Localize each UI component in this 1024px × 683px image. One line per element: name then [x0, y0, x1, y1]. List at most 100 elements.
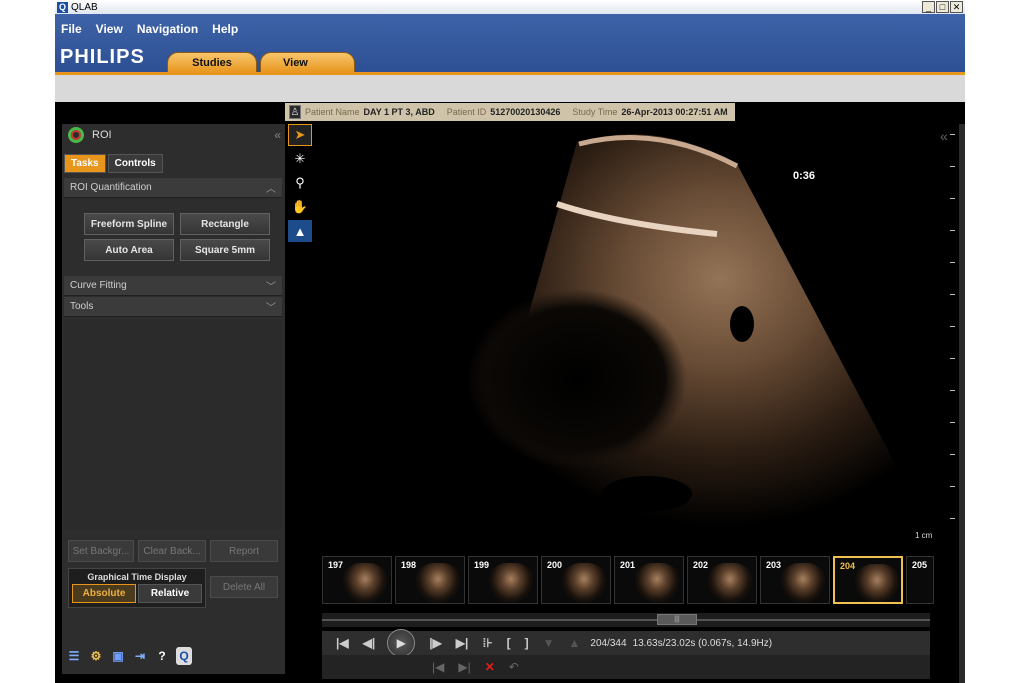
ultrasound-image	[467, 134, 927, 544]
pointer-tool-icon[interactable]: ➤	[288, 124, 312, 146]
clear-background-button[interactable]: Clear Back...	[138, 540, 206, 562]
first-frame-icon[interactable]: |◀	[336, 636, 349, 650]
thumbnail-frame[interactable]: 205	[906, 556, 934, 604]
freeform-spline-button[interactable]: Freeform Spline	[84, 213, 174, 235]
ultrasound-viewport[interactable]: 0:36	[317, 124, 931, 544]
pan-hand-icon[interactable]: ✋	[288, 196, 312, 218]
panel-tabs: Tasks Controls	[64, 154, 163, 173]
thumbnail-frame[interactable]: 201	[614, 556, 684, 604]
section-label: ROI Quantification	[70, 182, 152, 193]
patient-name-label: Patient Name	[305, 107, 360, 117]
title-bar: Q QLAB _ □ ✕	[55, 0, 965, 14]
relative-button[interactable]: Relative	[138, 584, 202, 603]
step-forward-icon[interactable]: |▶	[429, 636, 442, 650]
delete-all-button[interactable]: Delete All	[210, 576, 278, 598]
section-label: Curve Fitting	[70, 280, 127, 291]
frame-scrubber[interactable]: |||	[322, 613, 930, 627]
frame-thumbnails: 197 198 199 200 201 202 203 204 205	[322, 556, 934, 604]
delete-x-icon[interactable]: ✕	[485, 660, 495, 674]
next-marker-icon[interactable]: ▶|	[458, 660, 470, 674]
collapse-panel-icon[interactable]: «	[274, 128, 281, 142]
maximize-button[interactable]: □	[936, 1, 949, 13]
split-icon[interactable]: ⁞⊦	[482, 636, 492, 650]
qlab-icon[interactable]: Q	[176, 647, 192, 665]
mark-start-icon[interactable]: [	[507, 636, 511, 650]
tab-tasks[interactable]: Tasks	[64, 154, 106, 173]
toolbar-area	[55, 75, 965, 102]
chevron-down-icon: ﹀	[266, 303, 276, 314]
export-icon[interactable]: ⇥	[132, 647, 148, 665]
close-button[interactable]: ✕	[950, 1, 963, 13]
up-arrow-icon[interactable]: ▲	[569, 636, 581, 650]
menu-view[interactable]: View	[96, 22, 123, 36]
minimize-button[interactable]: _	[922, 1, 935, 13]
app-icon: Q	[57, 1, 68, 13]
panel-content-area	[64, 320, 282, 530]
qlab-window: Q QLAB _ □ ✕ File View Navigation Help P…	[55, 0, 965, 683]
set-background-button[interactable]: Set Backgr...	[68, 540, 134, 562]
clip-timer: 0:36	[793, 170, 816, 182]
thumbnail-frame[interactable]: 200	[541, 556, 611, 604]
sparkle-tool-icon[interactable]: ✳	[288, 148, 312, 170]
undo-icon[interactable]: ↶	[509, 660, 519, 674]
scale-label: 1 cm	[915, 531, 933, 540]
sector-tool-icon[interactable]: ▲	[288, 220, 312, 242]
thumbnail-frame[interactable]: 202	[687, 556, 757, 604]
help-icon[interactable]: ?	[154, 647, 170, 665]
time-readout: 13.63s/23.02s (0.067s, 14.9Hz)	[632, 637, 773, 649]
section-tools[interactable]: Tools ﹀	[64, 297, 282, 317]
right-panel-strip	[959, 124, 965, 683]
zoom-tool-icon[interactable]: ⚲	[288, 172, 312, 194]
list-icon[interactable]: ☰	[66, 647, 82, 665]
patient-banner: ♙ Patient Name DAY 1 PT 3, ABD Patient I…	[285, 103, 735, 121]
chevron-up-icon: ︿	[266, 184, 276, 195]
graphical-time-display: Graphical Time Display Absolute Relative	[68, 568, 206, 608]
play-button[interactable]: ▶	[387, 629, 416, 657]
tool-strip: ➤ ✳ ⚲ ✋ ▲	[288, 124, 314, 244]
tab-view[interactable]: View	[260, 52, 355, 74]
tab-studies[interactable]: Studies	[167, 52, 257, 74]
patient-name: DAY 1 PT 3, ABD	[363, 107, 435, 117]
window-title: QLAB	[71, 1, 98, 13]
thumbnail-frame[interactable]: 197	[322, 556, 392, 604]
square-5mm-button[interactable]: Square 5mm	[180, 239, 270, 261]
tab-controls[interactable]: Controls	[107, 154, 163, 173]
bottom-icon-bar: ☰ ⚙ ▣ ⇥ ? Q	[66, 647, 192, 665]
panel-title: ROI	[92, 129, 112, 141]
save-icon[interactable]: ▣	[110, 647, 126, 665]
depth-scale	[935, 124, 955, 544]
thumbnail-frame[interactable]: 198	[395, 556, 465, 604]
step-back-icon[interactable]: ◀|	[363, 636, 376, 650]
rectangle-button[interactable]: Rectangle	[180, 213, 270, 235]
menu-bar: File View Navigation Help	[61, 22, 238, 36]
report-button[interactable]: Report	[210, 540, 278, 562]
scrubber-handle[interactable]: |||	[657, 614, 697, 625]
prev-marker-icon[interactable]: |◀	[432, 660, 444, 674]
section-curve-fitting[interactable]: Curve Fitting ﹀	[64, 276, 282, 296]
last-frame-icon[interactable]: ▶|	[456, 636, 469, 650]
playback-controls: |◀ ◀| ▶ |▶ ▶| ⁞⊦ [ ] ▼ ▲ 204/344 13.63s/…	[322, 629, 930, 657]
roi-icon	[68, 127, 84, 143]
down-arrow-icon[interactable]: ▼	[543, 636, 555, 650]
section-roi-quantification[interactable]: ROI Quantification ︿	[64, 178, 282, 198]
roi-panel-header: ROI «	[62, 124, 285, 146]
thumbnail-frame[interactable]: 199	[468, 556, 538, 604]
menu-file[interactable]: File	[61, 22, 82, 36]
absolute-button[interactable]: Absolute	[72, 584, 136, 603]
menu-help[interactable]: Help	[212, 22, 238, 36]
secondary-controls: |◀ ▶| ✕ ↶	[322, 655, 930, 679]
patient-id-label: Patient ID	[446, 107, 487, 117]
thumbnail-frame[interactable]: 203	[760, 556, 830, 604]
menu-navigation[interactable]: Navigation	[137, 22, 198, 36]
section-label: Tools	[70, 301, 94, 312]
graphical-time-display-label: Graphical Time Display	[87, 572, 187, 582]
collapse-right-panel-icon[interactable]: «	[940, 128, 948, 144]
patient-icon[interactable]: ♙	[289, 105, 301, 119]
mark-end-icon[interactable]: ]	[525, 636, 529, 650]
frame-counter: 204/344	[590, 637, 627, 649]
settings-gears-icon[interactable]: ⚙	[88, 647, 104, 665]
brand-logo: PHILIPS	[60, 46, 145, 68]
auto-area-button[interactable]: Auto Area	[84, 239, 174, 261]
chevron-down-icon: ﹀	[266, 282, 276, 293]
thumbnail-frame-selected[interactable]: 204	[833, 556, 903, 604]
